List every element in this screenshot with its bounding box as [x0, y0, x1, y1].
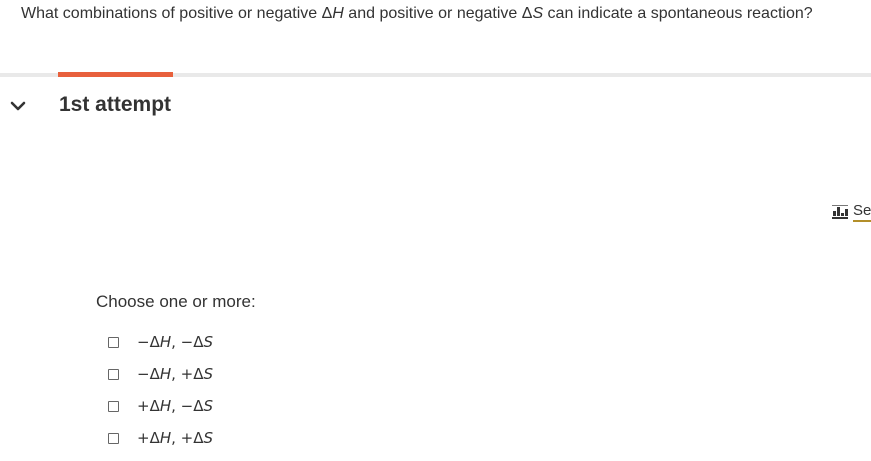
answer-checkbox-2[interactable] — [108, 368, 119, 380]
question-var-s: S — [532, 5, 544, 22]
answer-option-2[interactable]: −ΔH, +ΔS — [108, 358, 213, 390]
option-sign-h: +Δ — [137, 397, 160, 415]
option-var-h: H — [159, 397, 172, 415]
question-page: What combinations of positive or negativ… — [0, 0, 871, 461]
answer-option-label: −ΔH, +ΔS — [137, 365, 213, 383]
option-separator: , — [171, 397, 181, 415]
option-sign-s: −Δ — [180, 397, 204, 415]
option-var-h: H — [159, 429, 172, 447]
question-var-h: H — [332, 5, 344, 22]
chart-icon — [832, 205, 848, 219]
option-separator: , — [171, 333, 181, 351]
answer-option-label: +ΔH, −ΔS — [137, 397, 213, 415]
answer-option-4[interactable]: +ΔH, +ΔS — [108, 422, 213, 454]
option-sign-s: −Δ — [180, 333, 204, 351]
option-var-s: S — [203, 365, 214, 383]
option-sign-h: −Δ — [137, 365, 160, 383]
choose-instruction: Choose one or more: — [96, 292, 256, 311]
answer-options: −ΔH, −ΔS −ΔH, +ΔS +ΔH, −ΔS +ΔH, +ΔS — [108, 326, 213, 454]
answer-checkbox-3[interactable] — [108, 400, 119, 412]
answer-option-label: −ΔH, −ΔS — [137, 333, 213, 351]
side-panel-link[interactable]: Se — [831, 202, 871, 222]
question-part-2: and positive or negative Δ — [343, 5, 533, 22]
option-sign-h: −Δ — [137, 333, 160, 351]
answer-option-3[interactable]: +ΔH, −ΔS — [108, 390, 213, 422]
question-part-3: can indicate a spontaneous reaction? — [543, 5, 813, 22]
option-var-s: S — [203, 397, 214, 415]
active-attempt-indicator — [58, 72, 173, 77]
option-sign-s: +Δ — [180, 365, 204, 383]
answer-checkbox-1[interactable] — [108, 336, 119, 348]
option-var-h: H — [159, 365, 172, 383]
answer-option-label: +ΔH, +ΔS — [137, 429, 213, 447]
option-var-h: H — [159, 333, 172, 351]
question-text: What combinations of positive or negativ… — [21, 5, 813, 23]
option-sign-s: +Δ — [180, 429, 204, 447]
answer-checkbox-4[interactable] — [108, 432, 119, 444]
option-separator: , — [171, 429, 181, 447]
side-link-label: Se — [853, 202, 871, 222]
option-var-s: S — [203, 429, 214, 447]
option-separator: , — [171, 365, 181, 383]
chevron-down-icon[interactable] — [9, 99, 27, 113]
attempt-title[interactable]: 1st attempt — [59, 93, 171, 117]
option-var-s: S — [203, 333, 214, 351]
option-sign-h: +Δ — [137, 429, 160, 447]
question-part-1: What combinations of positive or negativ… — [21, 5, 333, 22]
answer-option-1[interactable]: −ΔH, −ΔS — [108, 326, 213, 358]
